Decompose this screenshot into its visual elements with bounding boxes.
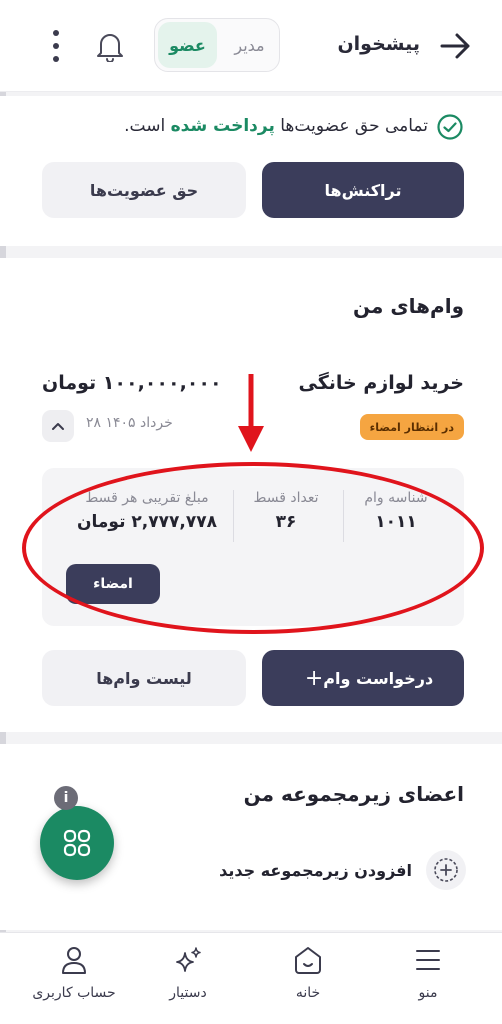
nav-item-assistant[interactable]: دستیار	[138, 943, 238, 1001]
check-circle-icon	[437, 114, 463, 140]
more-options-button[interactable]	[44, 28, 68, 64]
nav-item-menu[interactable]: منو	[378, 943, 478, 1001]
membership-card: تمامی حق عضویت‌ها پرداخت شده است. تراکنش…	[0, 96, 502, 246]
bell-icon	[97, 34, 123, 62]
hamburger-icon	[411, 943, 445, 977]
installments-column: تعداد قسط ۳۶	[236, 490, 336, 532]
column-divider	[343, 490, 344, 542]
kebab-icon-dot	[53, 30, 59, 36]
nav-label-home: خانه	[295, 985, 321, 1001]
quick-actions-fab[interactable]	[40, 806, 114, 880]
request-loan-label: درخواست وام	[323, 668, 434, 688]
column-divider	[233, 490, 234, 542]
membership-status-suffix: است.	[124, 116, 166, 136]
nav-label-menu: منو	[418, 985, 438, 1001]
loans-card: وام‌های من خرید لوازم خانگی ۱۰۰,۰۰۰,۰۰۰ …	[0, 258, 502, 732]
membership-dues-button[interactable]: حق عضویت‌ها	[42, 162, 246, 218]
plus-circle-icon	[426, 850, 466, 890]
sparkle-icon	[171, 943, 205, 977]
nav-label-account: حساب کاربری	[32, 985, 116, 1001]
loan-id-label: شناسه وام	[364, 490, 428, 506]
loan-id-value: ۱۰۱۱	[375, 512, 417, 532]
page-title: پیشخوان	[337, 33, 420, 55]
top-app-bar: پیشخوان عضو مدیر	[0, 0, 502, 92]
installments-label: تعداد قسط	[253, 490, 319, 506]
installment-amount-value: ۲,۷۷۷,۷۷۸ تومان	[77, 512, 217, 532]
loan-date: ۲۸ خرداد ۱۴۰۵	[86, 415, 173, 431]
collapse-button[interactable]	[42, 410, 74, 442]
loans-list-button[interactable]: لیست وام‌ها	[42, 650, 246, 706]
add-member-label: افزودن زیرمجموعه جدید	[219, 860, 412, 880]
grid-icon	[63, 829, 91, 857]
back-button[interactable]	[438, 28, 474, 64]
loan-id-column: شناسه وام ۱۰۱۱	[356, 490, 436, 532]
members-section-title: اعضای زیرمجموعه من	[243, 782, 464, 806]
nav-item-home[interactable]: خانه	[258, 943, 358, 1001]
installment-amount-column: مبلغ تقریبی هر قسط ۲,۷۷۷,۷۷۸ تومان	[62, 490, 232, 532]
request-loan-button[interactable]: درخواست وام +	[262, 650, 464, 706]
role-toggle: عضو مدیر	[154, 18, 280, 72]
membership-status-prefix: تمامی حق عضویت‌ها	[280, 116, 428, 136]
user-icon	[57, 943, 91, 977]
plus-icon: +	[304, 665, 324, 691]
installment-amount-label: مبلغ تقریبی هر قسط	[85, 490, 209, 506]
role-admin-tab[interactable]: مدیر	[220, 19, 279, 71]
loans-section-title: وام‌های من	[353, 294, 464, 318]
loan-name: خرید لوازم خانگی	[298, 372, 464, 394]
loan-details-panel: شناسه وام ۱۰۱۱ تعداد قسط ۳۶ مبلغ تقریبی …	[42, 468, 464, 626]
notifications-button[interactable]	[92, 26, 128, 66]
kebab-icon-dot	[53, 56, 59, 62]
installments-value: ۳۶	[275, 512, 297, 532]
bottom-navigation: منو خانه دستیار حساب کاربری	[0, 932, 502, 1024]
membership-status-highlight: پرداخت شده	[170, 116, 275, 136]
dashboard-page: پیشخوان عضو مدیر تمامی حق عضویت‌ها پرداخ…	[0, 0, 502, 1024]
loan-amount: ۱۰۰,۰۰۰,۰۰۰ تومان	[42, 372, 222, 394]
home-icon	[291, 943, 325, 977]
nav-item-account[interactable]: حساب کاربری	[24, 943, 124, 1001]
sign-button[interactable]: امضاء	[66, 564, 160, 604]
add-member-button[interactable]: افزودن زیرمجموعه جدید	[219, 850, 466, 890]
status-badge: در انتظار امضاء	[359, 414, 464, 440]
transactions-button[interactable]: تراکنش‌ها	[262, 162, 464, 218]
info-icon[interactable]: i	[54, 786, 78, 810]
arrow-right-icon	[440, 33, 470, 59]
role-member-tab[interactable]: عضو	[158, 22, 217, 68]
nav-label-assistant: دستیار	[169, 985, 207, 1001]
chevron-up-icon	[52, 423, 64, 430]
kebab-icon-dot	[53, 43, 59, 49]
membership-status: تمامی حق عضویت‌ها پرداخت شده است.	[124, 116, 428, 136]
